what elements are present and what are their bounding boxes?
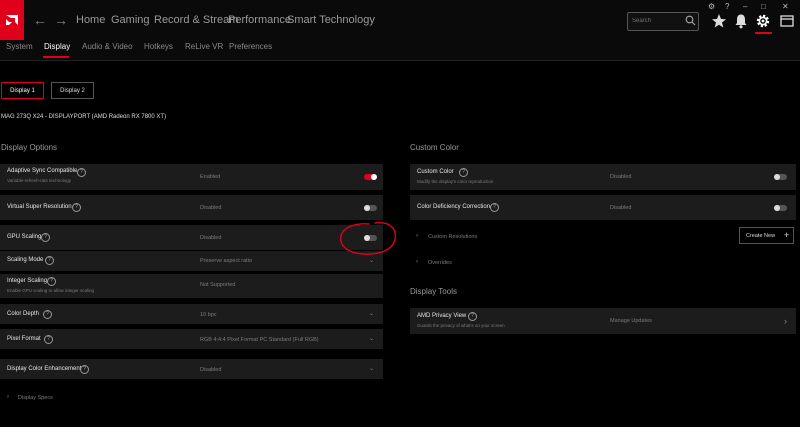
nav-smart-technology[interactable]: Smart Technology (287, 14, 375, 26)
search-box (627, 12, 699, 31)
info-icon[interactable]: ? (43, 310, 52, 319)
display-2-button[interactable]: Display 2 (51, 82, 94, 99)
plus-icon: + (784, 230, 790, 240)
display-specs-link[interactable]: Display Specs (18, 395, 53, 401)
info-icon[interactable]: ? (77, 168, 86, 177)
virtual-super-resolution-value: Disabled (200, 205, 222, 211)
window-icon[interactable] (778, 12, 796, 30)
close-icon[interactable]: ✕ (782, 2, 789, 11)
tab-relive-vr[interactable]: ReLive VR (185, 40, 223, 59)
integer-scaling-row (0, 274, 383, 298)
pixel-format-label: Pixel Format (7, 336, 41, 342)
tab-audio-video[interactable]: Audio & Video (82, 40, 133, 59)
display-color-enhancement-value: Disabled (200, 367, 222, 373)
create-new-button[interactable]: Create New + (739, 227, 794, 244)
tab-preferences[interactable]: Preferences (229, 40, 272, 59)
amd-privacy-view-description: Guards the privacy of what's on your scr… (417, 323, 505, 328)
manage-updates-value: Manage Updates (610, 318, 652, 324)
info-icon[interactable]: ? (490, 203, 499, 212)
adaptive-sync-description: Variable-refresh-rate technology (7, 178, 71, 183)
gear-icon[interactable] (754, 12, 772, 30)
display-color-enhancement-label: Display Color Enhancement (7, 366, 82, 372)
color-deficiency-toggle[interactable] (774, 205, 787, 211)
tab-system[interactable]: System (6, 40, 33, 59)
virtual-super-resolution-label: Virtual Super Resolution (7, 204, 72, 210)
adaptive-sync-value: Enabled (200, 174, 221, 180)
info-icon[interactable]: ? (459, 168, 468, 177)
scaling-mode-value: Preserve aspect ratio (200, 258, 252, 264)
custom-color-description: Modify the display's color reproduction (417, 179, 494, 184)
info-icon[interactable]: ? (41, 233, 50, 242)
chevron-right-icon[interactable]: › (416, 259, 418, 265)
integer-scaling-label: Integer Scaling (7, 278, 48, 284)
integer-scaling-description: Enable GPU scaling to allow integer scal… (7, 288, 95, 293)
display-options-title: Display Options (1, 143, 58, 152)
chevron-right-icon[interactable]: › (416, 233, 418, 239)
chevron-down-icon[interactable]: ⌄ (369, 365, 374, 372)
custom-resolutions-link[interactable]: Custom Resolutions (428, 234, 477, 240)
create-new-label: Create New (746, 233, 776, 239)
color-depth-value: 10 bpc (200, 312, 217, 318)
help-icon[interactable]: ? (725, 2, 729, 11)
display-tools-title: Display Tools (410, 287, 457, 296)
scaling-mode-row[interactable] (0, 251, 383, 271)
virtual-super-resolution-toggle[interactable] (364, 205, 377, 211)
display-1-button[interactable]: Display 1 (1, 82, 44, 99)
nav-home[interactable]: Home (76, 14, 105, 26)
color-depth-row[interactable] (0, 304, 383, 324)
amd-privacy-view-label: AMD Privacy View (417, 313, 467, 319)
info-icon[interactable]: ? (72, 203, 81, 212)
color-deficiency-label: Color Deficiency Correction (417, 204, 491, 210)
gpu-scaling-row[interactable] (0, 225, 383, 250)
pixel-format-value: RGB 4:4:4 Pixel Format PC Standard (Full… (200, 337, 319, 343)
gpu-scaling-value: Disabled (200, 235, 222, 241)
color-depth-label: Color Depth (7, 311, 40, 317)
bell-icon[interactable] (732, 12, 750, 30)
info-icon[interactable]: ? (44, 335, 53, 344)
nav-performance[interactable]: Performance (228, 14, 291, 26)
custom-color-value: Disabled (610, 174, 632, 180)
overrides-link[interactable]: Overrides (428, 260, 452, 266)
color-deficiency-value: Disabled (610, 205, 632, 211)
amd-privacy-view-row[interactable] (410, 308, 796, 334)
scaling-mode-label: Scaling Mode (7, 257, 44, 263)
nav-record-stream[interactable]: Record & Stream (154, 14, 238, 26)
forward-arrow-icon[interactable]: → (54, 12, 68, 28)
integer-scaling-value: Not Supported (200, 282, 236, 288)
maximize-icon[interactable]: □ (761, 2, 766, 11)
adaptive-sync-label: Adaptive Sync Compatible (7, 168, 78, 174)
info-icon[interactable]: ? (47, 277, 56, 286)
search-input[interactable] (632, 14, 682, 28)
custom-color-label: Custom Color (417, 169, 454, 175)
chevron-down-icon[interactable]: ⌄ (369, 310, 374, 317)
annotation-circle (340, 222, 397, 255)
chevron-down-icon[interactable]: ⌄ (369, 257, 374, 264)
settings-active-indicator (755, 32, 772, 34)
chevron-right-icon[interactable]: › (784, 316, 787, 326)
search-icon[interactable] (685, 15, 696, 26)
info-icon[interactable]: ? (468, 312, 477, 321)
tab-active-indicator (43, 56, 69, 58)
custom-color-toggle[interactable] (774, 174, 787, 180)
amd-logo-icon (6, 15, 18, 25)
nav-gaming[interactable]: Gaming (111, 14, 150, 26)
amd-logo[interactable] (0, 0, 24, 40)
back-arrow-icon[interactable]: ← (33, 12, 47, 28)
info-icon[interactable]: ? (45, 256, 54, 265)
tab-hotkeys[interactable]: Hotkeys (144, 40, 173, 59)
chevron-right-icon[interactable]: › (7, 394, 9, 400)
custom-color-title: Custom Color (410, 143, 459, 152)
info-icon[interactable]: ? (80, 365, 89, 374)
gpu-scaling-label: GPU Scaling (7, 234, 42, 240)
monitor-info: MAG 273Q X24 - DISPLAYPORT (AMD Radeon R… (1, 114, 167, 120)
bug-report-icon[interactable]: ⚙ (708, 2, 715, 11)
adaptive-sync-toggle[interactable] (364, 174, 377, 180)
star-icon[interactable] (710, 12, 728, 30)
chevron-down-icon[interactable]: ⌄ (369, 335, 374, 342)
custom-color-row[interactable] (410, 164, 796, 190)
pixel-format-row[interactable] (0, 329, 383, 349)
minimize-icon[interactable]: – (743, 2, 747, 11)
